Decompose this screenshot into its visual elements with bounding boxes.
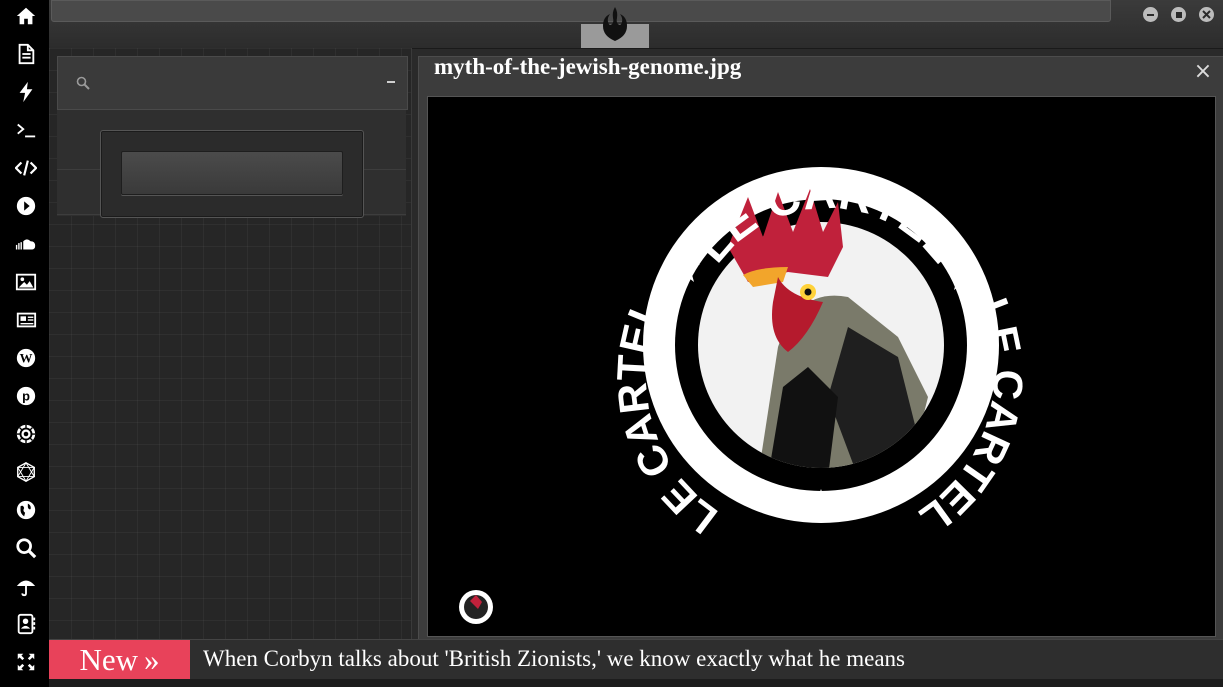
widget-box bbox=[100, 130, 364, 218]
viewer-title: myth-of-the-jewish-genome.jpg bbox=[434, 54, 742, 79]
pinterest-icon[interactable]: p bbox=[13, 383, 39, 409]
search-input[interactable] bbox=[103, 69, 377, 99]
code-icon[interactable] bbox=[13, 155, 39, 181]
new-badge[interactable]: New » bbox=[49, 640, 190, 680]
search-icon bbox=[76, 76, 90, 95]
fullscreen-icon[interactable] bbox=[13, 649, 39, 675]
viewer-close-button[interactable]: × bbox=[1193, 59, 1213, 84]
close-icon[interactable] bbox=[1199, 7, 1214, 22]
svg-text:p: p bbox=[22, 389, 30, 404]
close-icon: × bbox=[1193, 59, 1213, 84]
umbrella-icon[interactable] bbox=[13, 573, 39, 599]
network-icon[interactable] bbox=[13, 459, 39, 485]
image-viewer: myth-of-the-jewish-genome.jpg × LE CARTE… bbox=[418, 54, 1223, 641]
ticker-headline[interactable]: When Corbyn talks about 'British Zionist… bbox=[203, 646, 905, 672]
wordpress-icon[interactable]: W bbox=[13, 345, 39, 371]
image-icon[interactable] bbox=[13, 269, 39, 295]
document-icon[interactable] bbox=[13, 41, 39, 67]
collapse-button[interactable] bbox=[387, 81, 395, 83]
logo-tab[interactable] bbox=[581, 0, 649, 48]
maximize-icon[interactable] bbox=[1171, 7, 1186, 22]
terminal-icon[interactable] bbox=[13, 117, 39, 143]
minimize-icon[interactable] bbox=[1143, 7, 1158, 22]
contacts-icon[interactable] bbox=[13, 611, 39, 637]
news-ticker: New » When Corbyn talks about 'British Z… bbox=[49, 639, 1223, 680]
image-frame: LE CARTEL LE CARTEL LE CARTEL bbox=[427, 96, 1216, 637]
sidebar: W p bbox=[0, 0, 49, 687]
widget-field[interactable] bbox=[121, 151, 343, 195]
home-icon[interactable] bbox=[13, 3, 39, 29]
new-badge-label: New bbox=[79, 642, 139, 677]
new-badge-arrow: » bbox=[144, 642, 160, 677]
newspaper-icon[interactable] bbox=[13, 307, 39, 333]
globe-icon[interactable] bbox=[13, 497, 39, 523]
rebel-alliance-icon bbox=[603, 7, 627, 41]
soundcloud-icon[interactable] bbox=[13, 231, 39, 257]
le-cartel-logo-image: LE CARTEL LE CARTEL LE CARTEL bbox=[459, 166, 1032, 624]
left-panel bbox=[49, 48, 412, 639]
top-bar bbox=[49, 0, 1223, 49]
search-box bbox=[57, 56, 408, 110]
svg-text:W: W bbox=[20, 352, 33, 366]
galactic-empire-icon[interactable] bbox=[13, 421, 39, 447]
bottom-strip bbox=[49, 679, 1223, 687]
play-circle-icon[interactable] bbox=[13, 193, 39, 219]
lightning-icon[interactable] bbox=[13, 79, 39, 105]
search-icon[interactable] bbox=[13, 535, 39, 561]
